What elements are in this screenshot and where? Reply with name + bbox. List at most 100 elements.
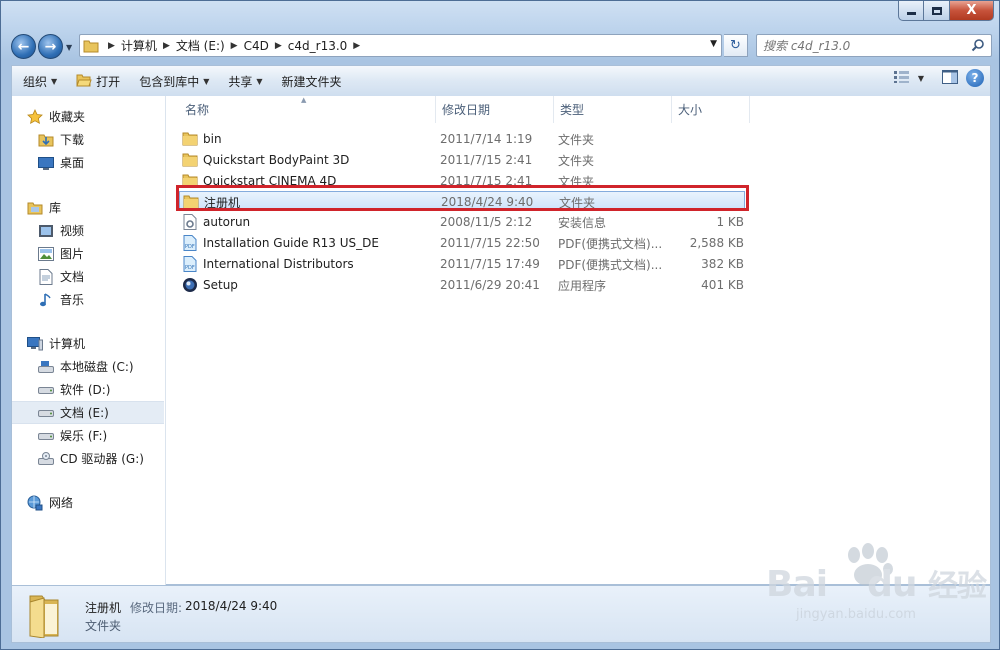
file-row-selected[interactable]: 注册机 2018/4/24 9:40 文件夹	[179, 191, 745, 211]
folder-icon	[182, 173, 198, 189]
open-button[interactable]: 打开	[68, 69, 128, 94]
file-row[interactable]: Quickstart BodyPaint 3D 2011/7/15 2:41 文…	[179, 150, 745, 170]
watermark-brand-cn: 经验	[928, 569, 987, 604]
sidebar-item-label: 桌面	[60, 156, 85, 170]
file-row[interactable]: PDF Installation Guide R13 US_DE 2011/7/…	[179, 233, 745, 253]
details-modified-value: 2018/4/24 9:40	[185, 599, 278, 613]
breadcrumb-separator-icon[interactable]: ▶	[347, 41, 366, 51]
sidebar-item-network[interactable]: 网络	[12, 491, 164, 514]
sidebar-item-label: 网络	[49, 496, 74, 510]
maximize-button[interactable]	[924, 1, 950, 21]
address-dropdown-icon[interactable]: ▼	[710, 39, 717, 49]
open-folder-icon	[76, 73, 92, 90]
video-icon	[38, 223, 54, 239]
view-dropdown-icon[interactable]: ▼	[918, 74, 924, 83]
file-type: 文件夹	[558, 132, 595, 147]
back-button[interactable]: ←	[11, 34, 36, 59]
column-header-type[interactable]: 类型	[554, 96, 672, 123]
file-row[interactable]: Quickstart CINEMA 4D 2011/7/15 2:41 文件夹	[179, 171, 745, 191]
close-button[interactable]: X	[950, 1, 994, 21]
breadcrumb-separator-icon[interactable]: ▶	[157, 41, 176, 51]
minimize-button[interactable]	[898, 1, 924, 21]
breadcrumb-separator-icon[interactable]: ▶	[102, 41, 121, 51]
file-modified: 2011/6/29 20:41	[440, 278, 540, 292]
file-name: autorun	[203, 215, 251, 229]
desktop-icon	[38, 155, 54, 171]
breadcrumb-drive-e[interactable]: 文档 (E:)	[176, 37, 225, 54]
folder-icon	[182, 152, 198, 168]
help-button[interactable]: ?	[966, 69, 984, 87]
drive-icon	[38, 428, 54, 444]
close-icon: X	[966, 3, 977, 18]
watermark-brand: Bai	[766, 564, 828, 605]
refresh-button[interactable]: ↻	[724, 34, 748, 57]
file-name-cell: bin	[182, 129, 427, 149]
file-row[interactable]: PDF International Distributors 2011/7/15…	[179, 254, 745, 274]
file-name: bin	[203, 132, 222, 146]
sidebar-item-pictures[interactable]: 图片	[12, 242, 164, 265]
sidebar-item-music[interactable]: 音乐	[12, 288, 164, 311]
address-bar[interactable]: ▶ 计算机 ▶ 文档 (E:) ▶ C4D ▶ c4d_r13.0 ▶ ▼	[79, 34, 722, 57]
sidebar-item-favorites[interactable]: 收藏夹	[12, 105, 164, 128]
sidebar-item-computer[interactable]: 计算机	[12, 332, 164, 355]
search-box[interactable]	[756, 34, 992, 57]
breadcrumb-computer[interactable]: 计算机	[121, 37, 157, 54]
sidebar-item-libraries[interactable]: 库	[12, 196, 164, 219]
file-name: 注册机	[204, 195, 241, 210]
share-menu[interactable]: 共享 ▼	[220, 69, 270, 94]
file-name-cell: Quickstart BodyPaint 3D	[182, 150, 427, 170]
sidebar-item-desktop[interactable]: 桌面	[12, 151, 164, 174]
file-row[interactable]: Setup 2011/6/29 20:41 应用程序 401 KB	[179, 275, 745, 295]
forward-button[interactable]: →	[38, 34, 63, 59]
sidebar-item-label: 收藏夹	[49, 110, 86, 124]
sidebar-item-drive-e[interactable]: 文档 (E:)	[12, 401, 164, 424]
sidebar-item-drive-g[interactable]: CD 驱动器 (G:)	[12, 447, 164, 470]
minimize-icon	[906, 12, 916, 15]
breadcrumb-c4d[interactable]: C4D	[244, 39, 269, 53]
new-folder-button[interactable]: 新建文件夹	[274, 69, 350, 94]
watermark-url: jingyan.baidu.com	[796, 607, 916, 622]
column-header-modified[interactable]: 修改日期	[436, 96, 554, 123]
file-row[interactable]: autorun 2008/11/5 2:12 安装信息 1 KB	[179, 212, 745, 232]
chevron-down-icon: ▼	[256, 76, 263, 86]
file-name: Installation Guide R13 US_DE	[203, 236, 379, 250]
chevron-down-icon: ▼	[51, 76, 58, 86]
sidebar-item-downloads[interactable]: 下载	[12, 128, 164, 151]
sidebar-item-drive-f[interactable]: 娱乐 (F:)	[12, 424, 164, 447]
breadcrumb-separator-icon[interactable]: ▶	[269, 41, 288, 51]
maximize-icon	[931, 6, 942, 15]
breadcrumb-c4d-r13[interactable]: c4d_r13.0	[288, 39, 348, 53]
search-icon[interactable]	[971, 38, 985, 55]
watermark-brand-suffix: du	[867, 564, 917, 605]
sidebar-item-label: 下载	[60, 133, 85, 147]
new-folder-label: 新建文件夹	[281, 74, 342, 89]
file-size	[672, 129, 744, 149]
breadcrumb-separator-icon[interactable]: ▶	[225, 41, 244, 51]
sidebar-item-drive-d[interactable]: 软件 (D:)	[12, 378, 164, 401]
details-item-name: 注册机	[85, 601, 122, 615]
file-row[interactable]: bin 2011/7/14 1:19 文件夹	[179, 129, 745, 149]
search-input[interactable]	[757, 35, 957, 56]
recent-pages-dropdown-icon[interactable]: ▼	[66, 43, 72, 52]
details-modified-label: 修改日期:	[130, 601, 183, 615]
view-options-icon[interactable]	[893, 70, 910, 86]
sidebar-item-documents[interactable]: 文档	[12, 265, 164, 288]
sidebar-item-drive-c[interactable]: 本地磁盘 (C:)	[12, 355, 164, 378]
sidebar-item-videos[interactable]: 视频	[12, 219, 164, 242]
toolbar-right-group: ▼ ?	[893, 69, 984, 87]
baidu-jingyan-watermark: Bai du 经验 jingyan.baidu.com	[766, 541, 991, 631]
include-in-library-menu[interactable]: 包含到库中 ▼	[131, 69, 217, 94]
sidebar-item-label: 计算机	[49, 337, 86, 351]
file-name-cell: 注册机	[183, 192, 428, 212]
folder-icon	[80, 35, 102, 56]
details-item-type: 文件夹	[85, 619, 122, 633]
cd-drive-icon	[38, 451, 54, 467]
computer-icon	[27, 336, 43, 352]
preview-pane-icon[interactable]	[942, 69, 958, 87]
column-header-size[interactable]: 大小	[672, 96, 750, 123]
file-name: Quickstart CINEMA 4D	[203, 174, 337, 188]
column-header-name[interactable]: 名称	[179, 96, 436, 123]
file-size	[672, 171, 744, 191]
organize-menu[interactable]: 组织 ▼	[15, 69, 65, 94]
file-size: 2,588 KB	[689, 236, 744, 250]
